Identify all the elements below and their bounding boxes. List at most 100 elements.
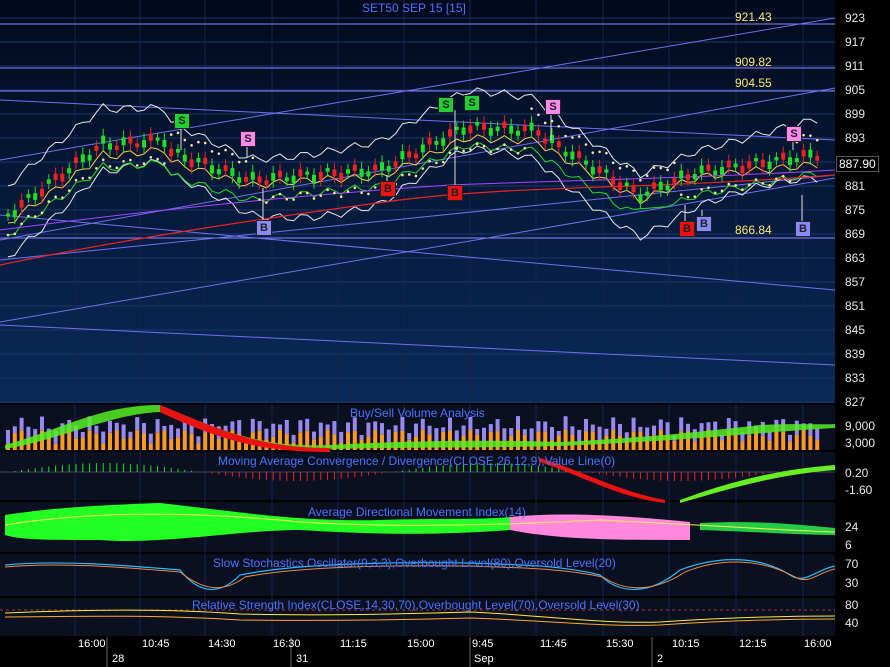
sar-dot [693, 195, 697, 198]
sar-dot [571, 136, 574, 139]
volume-bar-buy [760, 435, 765, 450]
volume-bar-sell [250, 418, 255, 433]
volume-bar-buy [169, 438, 174, 450]
buy-signal-marker[interactable]: B [795, 221, 811, 237]
candle-body [590, 166, 595, 175]
sar-dot [265, 201, 268, 204]
candle-body [808, 149, 813, 158]
sar-dot [768, 184, 771, 187]
sar-dot [530, 107, 533, 110]
sell-signal-marker[interactable]: S [438, 97, 454, 113]
buy-signal-marker[interactable]: B [256, 220, 272, 236]
volume-bar-buy [815, 440, 820, 450]
volume-bar-sell [291, 434, 296, 443]
candle-body [516, 130, 520, 136]
volume-bar-sell [577, 429, 582, 442]
candle-body [699, 165, 704, 174]
volume-bar-sell [346, 422, 350, 433]
candle-body [482, 122, 486, 130]
main-pane[interactable] [0, 0, 835, 403]
candle-body [740, 165, 745, 174]
sar-dot [462, 149, 465, 153]
volume-bar-sell [516, 416, 520, 431]
sar-dot [679, 193, 683, 196]
volume-axis-1: 9,000 [845, 419, 876, 433]
volume-bar-buy [155, 432, 160, 450]
candle-body [169, 148, 174, 157]
volume-bar-buy [182, 430, 187, 450]
volume-bar-sell [142, 423, 146, 434]
candle-body [618, 182, 622, 190]
sar-dot [333, 191, 336, 195]
candle-body [692, 173, 697, 180]
price-axis-label: 893 [845, 131, 866, 145]
candle-body [339, 172, 344, 181]
buy-signal-marker[interactable]: B [380, 181, 396, 197]
candle-body [284, 177, 289, 182]
candle-body [468, 125, 473, 134]
sell-signal-marker[interactable]: S [545, 99, 561, 115]
sar-dot [747, 183, 751, 187]
volume-bar-sell [597, 426, 602, 441]
candle-body [509, 125, 514, 134]
rsi-title: Relative Strength Index(CLOSE,14,30,70),… [192, 598, 640, 612]
volume-bar-buy [74, 438, 78, 450]
volume-bar-sell [414, 423, 418, 437]
volume-bar-buy [128, 437, 133, 450]
price-axis-label: 863 [845, 251, 866, 265]
sar-dot [67, 189, 71, 192]
candle-body [658, 182, 663, 190]
candle-body [94, 145, 99, 151]
candle-body [638, 194, 643, 203]
sar-dot [210, 150, 214, 153]
volume-bar-sell [94, 425, 99, 434]
candle-body [624, 182, 629, 187]
sar-dot [367, 192, 370, 196]
candle-body [726, 160, 731, 168]
candle-body [427, 137, 432, 145]
volume-bar-buy [87, 430, 92, 450]
candle-body [257, 176, 262, 183]
volume-bar-sell [12, 426, 17, 434]
sar-dot [278, 192, 282, 196]
sar-dot [135, 164, 139, 167]
volume-bar-sell [495, 419, 500, 432]
volume-bar-sell [788, 434, 792, 442]
candle-body [196, 157, 201, 163]
sar-dot [27, 214, 30, 218]
current-price-label: 887.90 [836, 156, 879, 172]
candle-body [223, 165, 228, 171]
buy-signal-marker[interactable]: B [696, 216, 712, 232]
volume-bar-sell [380, 423, 384, 435]
sell-signal-marker[interactable]: S [174, 113, 190, 129]
sell-signal-marker[interactable]: S [240, 131, 256, 147]
candle-body [216, 169, 221, 175]
buy-signal-marker[interactable]: B [447, 185, 463, 201]
sar-dot [496, 147, 499, 151]
volume-bar-sell [488, 424, 493, 432]
candle-body [26, 194, 31, 198]
sar-dot [741, 188, 744, 191]
time-axis-label: 16:00 [804, 638, 832, 650]
volume-bar-buy [740, 441, 745, 450]
sar-dot [346, 190, 350, 193]
volume-bar-buy [808, 435, 813, 450]
candle-body [386, 166, 391, 172]
buy-signal-marker[interactable]: B [679, 221, 695, 237]
volume-bar-buy [121, 438, 126, 450]
candle-body [230, 168, 235, 177]
sar-dot [360, 191, 363, 195]
sell-signal-marker[interactable]: S [464, 95, 480, 111]
time-axis-label: 16:30 [273, 638, 301, 650]
sell-signal-marker[interactable]: S [786, 126, 802, 142]
sar-dot [761, 182, 765, 185]
volume-bar-buy [692, 441, 697, 450]
sar-dot [591, 151, 595, 154]
sar-dot [469, 148, 472, 151]
sar-dot [713, 191, 717, 195]
sar-dot [81, 177, 85, 180]
volume-bar-sell [40, 416, 44, 431]
volume-bar-buy [781, 431, 786, 450]
candle-body [128, 136, 133, 144]
sar-dot [258, 198, 261, 201]
